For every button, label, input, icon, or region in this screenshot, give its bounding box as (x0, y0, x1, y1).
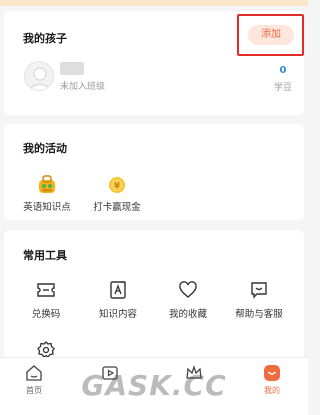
tool-item-redeem-code[interactable]: 兑换码 (14, 280, 78, 320)
profile-icon (264, 365, 280, 381)
svg-text:¥: ¥ (114, 182, 121, 192)
chat-icon (251, 282, 267, 299)
default-avatar-icon (29, 67, 51, 90)
common-tools-card: 常用工具 兑换码 知识内容 我的收藏 帮助与客服 (4, 230, 304, 360)
common-tools-title: 常用工具 (23, 249, 67, 262)
activity-label: 打卡赢现金 (93, 202, 141, 213)
nav-label: 首页 (26, 386, 42, 395)
my-children-title: 我的孩子 (23, 32, 67, 45)
nav-label: 我的 (264, 386, 280, 395)
home-icon (26, 365, 42, 381)
ticket-icon (37, 283, 55, 297)
child-class-status: 未加入班级 (60, 82, 106, 92)
my-activity-card: 我的活动 英语知识点 ¥ 打卡赢现金 (4, 124, 304, 220)
activity-item-english[interactable]: 英语知识点 (15, 174, 79, 213)
activity-item-checkin[interactable]: ¥ 打卡赢现金 (85, 174, 149, 213)
my-activity-title: 我的活动 (23, 142, 67, 155)
coin-money-bag-icon: ¥ (109, 177, 125, 193)
heart-icon (179, 281, 197, 298)
beans-label: 学豆 (273, 83, 292, 93)
tool-item-help[interactable]: 帮助与客服 (227, 280, 291, 320)
child-avatar[interactable] (24, 61, 54, 91)
tool-item-knowledge[interactable]: 知识内容 (86, 280, 150, 320)
nav-mine[interactable]: 我的 (252, 364, 292, 396)
bottom-nav: 首页 我的 (0, 357, 308, 415)
book-bag-icon (39, 175, 55, 193)
tool-label: 我的收藏 (168, 309, 207, 320)
activity-label: 英语知识点 (23, 202, 71, 213)
my-children-card: 我的孩子 添加 未加入班级 0 学豆 (4, 11, 304, 115)
beans-count[interactable]: 0 (270, 65, 296, 76)
nav-home[interactable]: 首页 (14, 364, 54, 396)
nav-video[interactable] (90, 364, 130, 385)
tool-label: 知识内容 (98, 309, 137, 320)
top-banner-strip (0, 0, 308, 6)
crown-icon (186, 364, 202, 379)
tool-item-favorites[interactable]: 我的收藏 (156, 280, 220, 320)
nav-vip[interactable] (174, 364, 214, 385)
child-name-redacted (60, 62, 84, 75)
tool-label: 帮助与客服 (235, 309, 283, 320)
add-child-button[interactable]: 添加 (248, 25, 294, 45)
tool-label: 兑换码 (31, 309, 61, 320)
document-a-icon (110, 281, 126, 299)
play-icon (102, 366, 118, 380)
